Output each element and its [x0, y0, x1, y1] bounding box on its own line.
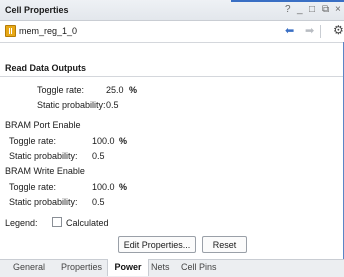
section-header-read-data-outputs: Read Data Outputs: [5, 63, 87, 73]
memory-cell-icon: [5, 25, 16, 37]
forward-arrow-icon[interactable]: ➡: [305, 24, 314, 37]
read-toggle-rate-unit: %: [129, 85, 138, 95]
group-title-bram-write-enable: BRAM Write Enable: [5, 166, 85, 176]
port-static-probability-label: Static probability:: [9, 151, 78, 161]
minimize-icon[interactable]: _: [297, 4, 303, 15]
legend-calculated-label: Calculated: [66, 218, 109, 228]
tab-general[interactable]: General: [13, 262, 45, 272]
read-toggle-rate-label: Toggle rate:: [37, 85, 85, 95]
port-toggle-rate-value[interactable]: 100.0: [92, 136, 115, 146]
cell-name: mem_reg_1_0: [19, 26, 78, 36]
section-divider: [0, 76, 344, 77]
tab-properties[interactable]: Properties: [61, 262, 102, 272]
read-static-probability-value[interactable]: 0.5: [106, 100, 119, 110]
back-arrow-icon[interactable]: ⬅: [285, 24, 294, 37]
write-toggle-rate-unit: %: [119, 182, 128, 192]
read-toggle-rate-value[interactable]: 25.0: [106, 85, 124, 95]
tab-cell-pins[interactable]: Cell Pins: [181, 262, 217, 272]
legend-calculated-swatch: [52, 217, 62, 227]
write-toggle-rate-label: Toggle rate:: [9, 182, 57, 192]
restore-icon[interactable]: ⧉: [322, 4, 329, 15]
tab-bar: [0, 259, 344, 277]
close-icon[interactable]: ×: [335, 4, 341, 15]
write-static-probability-label: Static probability:: [9, 197, 78, 207]
group-title-bram-port-enable: BRAM Port Enable: [5, 120, 81, 130]
write-toggle-rate-value[interactable]: 100.0: [92, 182, 115, 192]
reset-button[interactable]: Reset: [202, 236, 247, 253]
gear-icon[interactable]: ⚙: [333, 23, 344, 37]
tab-power[interactable]: Power: [107, 259, 149, 276]
read-static-probability-label: Static probability:: [37, 100, 106, 110]
write-static-probability-value[interactable]: 0.5: [92, 197, 105, 207]
legend-label: Legend:: [5, 218, 38, 228]
toolbar-divider: [320, 25, 321, 38]
port-static-probability-value[interactable]: 0.5: [92, 151, 105, 161]
maximize-icon[interactable]: □: [309, 4, 315, 15]
port-toggle-rate-label: Toggle rate:: [9, 136, 57, 146]
window-title: Cell Properties: [5, 5, 69, 15]
port-toggle-rate-unit: %: [119, 136, 128, 146]
edit-properties-button[interactable]: Edit Properties...: [118, 236, 196, 253]
help-icon[interactable]: ?: [285, 4, 291, 15]
tab-nets[interactable]: Nets: [151, 262, 170, 272]
title-bar-accent: [231, 0, 344, 2]
